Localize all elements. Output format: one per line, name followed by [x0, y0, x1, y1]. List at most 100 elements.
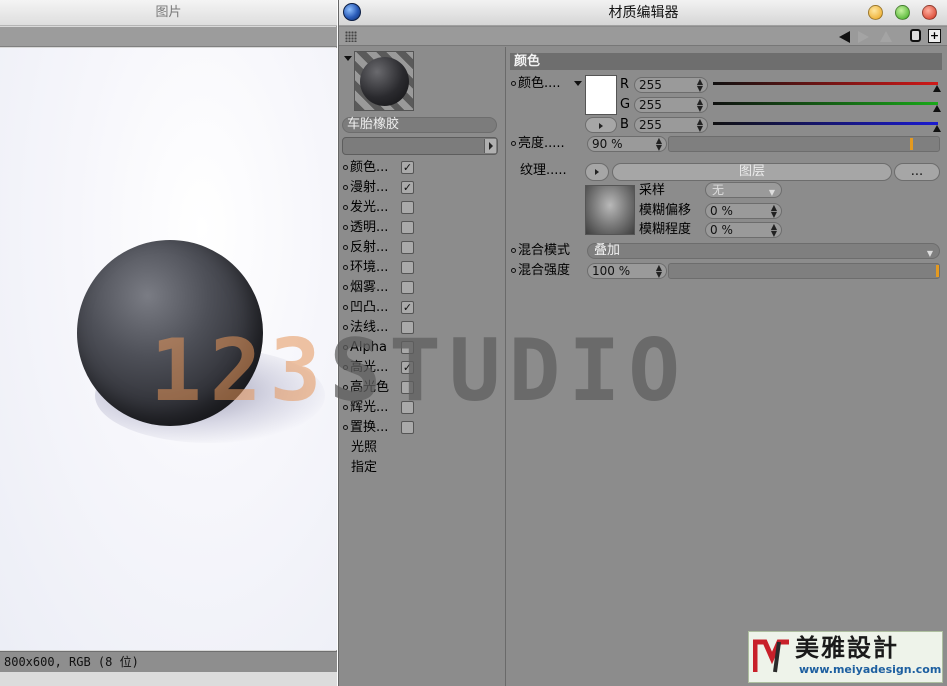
spinner-icon: ▲ ▼ — [770, 222, 777, 238]
brightness-label: 亮度..... — [511, 135, 565, 153]
lock-icon[interactable] — [910, 29, 921, 42]
channel-color-checkbox[interactable]: ✓ — [401, 161, 414, 174]
illumination-item[interactable]: 光照 — [351, 438, 425, 458]
channel-dropdown[interactable] — [342, 137, 498, 155]
channel-luminance-checkbox[interactable] — [401, 201, 414, 214]
dropdown-arrow-icon — [484, 139, 496, 153]
new-window-icon[interactable]: + — [928, 29, 941, 43]
color-expand-button[interactable] — [585, 117, 617, 133]
channel-diffusion-checkbox[interactable]: ✓ — [401, 181, 414, 194]
channel-label: 颜色... — [350, 160, 389, 175]
assignment-item[interactable]: 指定 — [351, 458, 425, 478]
channel-bump-checkbox[interactable]: ✓ — [401, 301, 414, 314]
channel-specular-color-checkbox[interactable] — [401, 381, 414, 394]
r-slider-handle-icon[interactable] — [933, 85, 941, 92]
mix-mode-value: 叠加 — [594, 243, 621, 258]
g-slider[interactable] — [713, 102, 938, 105]
zoom-button[interactable] — [895, 5, 910, 20]
b-slider[interactable] — [713, 122, 938, 125]
param-dot-icon — [511, 268, 516, 273]
channel-panel: 车胎橡胶 颜色... ✓ 漫射... ✓ 发光... 透明... 反射... 环… — [339, 47, 506, 686]
color-swatch[interactable] — [585, 75, 617, 115]
spinner-icon: ▲ ▼ — [655, 263, 662, 279]
r-slider[interactable] — [713, 82, 938, 85]
texture-label: 纹理..... — [520, 163, 567, 178]
back-arrow-icon[interactable] — [839, 31, 850, 43]
texture-menu-button[interactable] — [585, 163, 609, 181]
blur-offset-value: 0 % — [710, 204, 733, 218]
channel-fog-checkbox[interactable] — [401, 281, 414, 294]
layer-button[interactable]: 图层 — [612, 163, 892, 181]
channel-label: 漫射... — [350, 180, 389, 195]
param-dot-icon — [511, 248, 516, 253]
channel-transparency-checkbox[interactable] — [401, 221, 414, 234]
channel-dot-icon — [343, 225, 348, 230]
logo-m-icon — [753, 639, 789, 673]
channel-label: 高光... — [350, 360, 389, 375]
section-title: 颜色 — [510, 53, 942, 70]
mix-strength-value: 100 % — [592, 264, 631, 278]
g-label: G — [620, 97, 631, 112]
blur-scale-field[interactable]: 0 % ▲ ▼ — [705, 222, 782, 238]
r-value: 255 — [639, 78, 662, 92]
g-slider-handle-icon[interactable] — [933, 105, 941, 112]
channel-dot-icon — [343, 265, 348, 270]
editor-toolbar: + — [339, 27, 947, 46]
viewer-status-bar: 800x600, RGB (8 位) — [0, 651, 337, 672]
b-slider-handle-icon[interactable] — [933, 125, 941, 132]
brightness-slider[interactable] — [668, 136, 940, 152]
mix-mode-dropdown[interactable]: 叠加 ▼ — [587, 243, 940, 259]
texture-more-button[interactable]: ... — [894, 163, 940, 181]
channel-dot-icon — [343, 305, 348, 310]
channel-displacement-checkbox[interactable] — [401, 421, 414, 434]
channel-label: 高光色 — [350, 380, 390, 395]
blur-offset-field[interactable]: 0 % ▲ ▼ — [705, 203, 782, 219]
render-canvas[interactable] — [0, 48, 337, 650]
channel-dot-icon — [343, 165, 348, 170]
param-dot-icon — [511, 81, 516, 86]
channel-normal-checkbox[interactable] — [401, 321, 414, 334]
g-field[interactable]: 255 ▲ ▼ — [634, 97, 708, 113]
channel-dot-icon — [343, 245, 348, 250]
sampling-dropdown[interactable]: 无 ▼ — [705, 182, 782, 198]
channel-alpha-checkbox[interactable] — [401, 341, 414, 354]
color-menu-arrow-icon[interactable] — [574, 81, 582, 86]
r-field[interactable]: 255 ▲ ▼ — [634, 77, 708, 93]
g-value: 255 — [639, 98, 662, 112]
brightness-slider-handle[interactable] — [910, 138, 913, 150]
channel-label: 透明... — [350, 220, 389, 235]
channel-dot-icon — [343, 185, 348, 190]
preview-menu-arrow-icon[interactable] — [344, 56, 352, 61]
editor-title: 材质编辑器 — [608, 5, 679, 21]
rubber-sphere — [77, 240, 263, 426]
picture-viewer-window: 图片 800x600, RGB (8 位) — [0, 0, 337, 686]
up-arrow-icon[interactable] — [880, 31, 892, 42]
blur-scale-value: 0 % — [710, 223, 733, 237]
minimize-button[interactable] — [868, 5, 883, 20]
blur-scale-label: 模糊程度 — [639, 222, 692, 237]
brightness-field[interactable]: 90 % ▲ ▼ — [587, 136, 667, 152]
channel-glow-checkbox[interactable] — [401, 401, 414, 414]
channel-specular-checkbox[interactable]: ✓ — [401, 361, 414, 374]
b-field[interactable]: 255 ▲ ▼ — [634, 117, 708, 133]
viewer-title: 图片 — [0, 0, 337, 26]
logo-url-text: www.meiyadesign.com — [799, 663, 942, 676]
viewer-bottom-strip — [0, 672, 337, 686]
viewer-toolbar — [0, 27, 337, 47]
close-button[interactable] — [922, 5, 937, 20]
sampling-label: 采样 — [639, 183, 666, 198]
mix-strength-field[interactable]: 100 % ▲ ▼ — [587, 263, 667, 279]
mix-strength-slider[interactable] — [668, 263, 940, 279]
mix-strength-label-text: 混合强度 — [518, 263, 571, 278]
mix-strength-slider-handle[interactable] — [936, 265, 939, 277]
forward-arrow-icon[interactable] — [858, 31, 869, 43]
channel-environment-checkbox[interactable] — [401, 261, 414, 274]
color-label: 颜色.... — [511, 75, 561, 93]
material-name-field[interactable]: 车胎橡胶 — [342, 117, 497, 133]
channel-label: 凹凸... — [350, 300, 389, 315]
channel-label: 反射... — [350, 240, 389, 255]
texture-thumbnail[interactable] — [585, 185, 635, 235]
material-preview[interactable] — [354, 51, 414, 111]
channel-reflection-checkbox[interactable] — [401, 241, 414, 254]
b-value: 255 — [639, 118, 662, 132]
